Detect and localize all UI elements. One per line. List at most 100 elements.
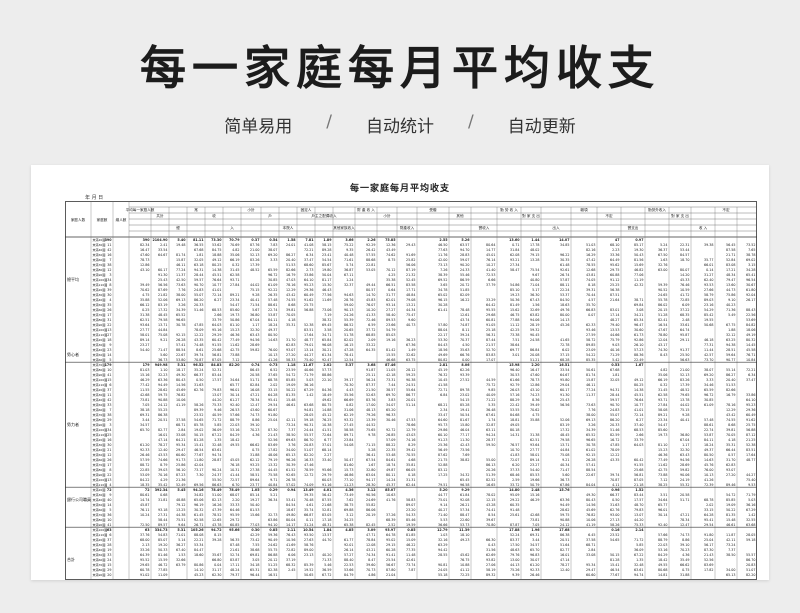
table-cell: 44.84 (560, 448, 569, 452)
table-cell: 54.40 (140, 348, 149, 352)
table-total-cell: 95.66 (229, 528, 240, 532)
table-cell: 84.50 (560, 298, 569, 302)
table-cell: 95.23 (746, 403, 755, 407)
table-cell: 40.84 (268, 483, 277, 487)
table-cell: 52.56 (268, 438, 277, 442)
table-cell: 96.44 (250, 573, 259, 577)
table-cell: 37.47 (746, 378, 755, 382)
table-cell: 27.77 (530, 448, 539, 452)
table-cell: 9.35 (346, 248, 353, 252)
tag-separator: / (326, 112, 332, 132)
table-cell: 25.68 (212, 348, 221, 352)
table-cell: 21.00 (250, 248, 259, 252)
table-cell: 29.47 (176, 448, 185, 452)
table-header-label: 出入 (552, 225, 560, 230)
table-cell: 11.23 (344, 483, 353, 487)
table-cell: 53.48 (386, 453, 395, 457)
table-cell: 1.53 (178, 553, 185, 557)
table-cell: 22.03 (230, 423, 239, 427)
table-cell: 32.30 (680, 448, 689, 452)
table-total-cell: 0.94 (287, 488, 296, 492)
table-cell: 94.38 (726, 343, 735, 347)
table-cell: 8.86 (252, 418, 259, 422)
table-cell: 9.21 (562, 458, 569, 462)
table-cell: 93.21 (510, 258, 519, 262)
table-cell: 1.24 (346, 278, 353, 282)
table-cell: 15.16 (530, 493, 539, 497)
table-cell: 56.56 (158, 283, 167, 287)
table-cell: 58.44 (158, 518, 167, 522)
table-cell: 87.69 (158, 288, 167, 292)
table-cell: 84.54 (286, 503, 295, 507)
table-cell: 94.81 (304, 408, 313, 412)
table-cell: 2.45 (288, 568, 295, 572)
table-cell: 83.08 (726, 263, 735, 267)
table-cell: 21.18 (634, 483, 643, 487)
table-count-cell: 39 (107, 288, 111, 292)
table-cell: 89.78 (460, 388, 469, 392)
table-cell: 42.57 (704, 353, 713, 357)
table-cell: 3.05 (252, 558, 259, 562)
table-cell: 14.24 (386, 478, 395, 482)
table-cell: 91.12 (610, 278, 619, 282)
table-cell: 77.10 (344, 478, 353, 482)
table-cell: 10.06 (176, 398, 185, 402)
table-cell: 46.61 (286, 403, 295, 407)
table-cell: 12.79 (406, 428, 415, 432)
table-total-cell: 3.68 (367, 363, 376, 367)
table-cell: 92.79 (510, 383, 519, 387)
table-total-cell: 5.26 (461, 238, 470, 242)
table-count-cell: 63 (107, 528, 112, 532)
table-cell: 0.71 (512, 243, 519, 247)
table-cell: 18.81 (510, 418, 519, 422)
table-cell: 93.00 (610, 513, 619, 517)
table-cell: 44.38 (176, 513, 185, 517)
table-income-band: 未滿20圓 (93, 487, 106, 492)
table-cell: 85.85 (726, 498, 735, 502)
table-cell: 37.33 (510, 468, 519, 472)
table-cell: 62.44 (406, 483, 415, 487)
table-cell: 84.29 (658, 553, 667, 557)
table-cell: 17.11 (230, 563, 239, 567)
table-cell: 74.41 (486, 508, 495, 512)
table-cell: 62.83 (286, 343, 295, 347)
table-cell: 7.76 (178, 288, 185, 292)
table-cell: 87.23 (176, 473, 185, 477)
table-cell: 86.88 (268, 553, 277, 557)
table-cell: 56.88 (304, 308, 313, 312)
table-cell: 66.19 (230, 258, 239, 262)
table-cell: 71.72 (212, 418, 221, 422)
table-cell: 61.73 (634, 333, 643, 337)
table-cell: 30.78 (176, 323, 185, 327)
table-cell: 69.45 (322, 323, 331, 327)
table-cell: 78.34 (680, 518, 689, 522)
table-cell: 9.71 (270, 478, 277, 482)
table-cell: 0.75 (252, 448, 259, 452)
table-cell: 58.47 (510, 268, 519, 272)
table-cell: 4.11 (612, 483, 619, 487)
table-cell: 72.71 (438, 388, 447, 392)
table-cell: 47.71 (366, 533, 375, 537)
table-cell: 68.07 (230, 493, 239, 497)
table-cell: 73.49 (344, 493, 353, 497)
table-cell: 69.77 (510, 348, 519, 352)
table-cell: 46.18 (704, 338, 713, 342)
table-cell: 39.81 (286, 308, 295, 312)
table-cell: 16.08 (250, 388, 259, 392)
table-cell: 65.31 (250, 568, 259, 572)
table-cell: 93.32 (344, 418, 353, 422)
table-cell: 24.05 (438, 568, 447, 572)
table-total-cell: 13.49 (303, 488, 314, 492)
table-cell: 38.50 (286, 433, 295, 437)
table-cell: 39.28 (212, 538, 221, 542)
table-cell: 74.05 (586, 278, 595, 282)
table-cell: 49.23 (460, 538, 469, 542)
table-header-label: 其他 (456, 213, 464, 218)
table-cell: 77.24 (176, 268, 185, 272)
table-cell: 52.45 (406, 278, 415, 282)
table-cell: 32.37 (344, 283, 353, 287)
table-cell: 93.64 (530, 443, 539, 447)
table-cell: 10.59 (680, 288, 689, 292)
table-cell: 26.35 (268, 293, 277, 297)
table-cell: 54.54 (322, 258, 331, 262)
